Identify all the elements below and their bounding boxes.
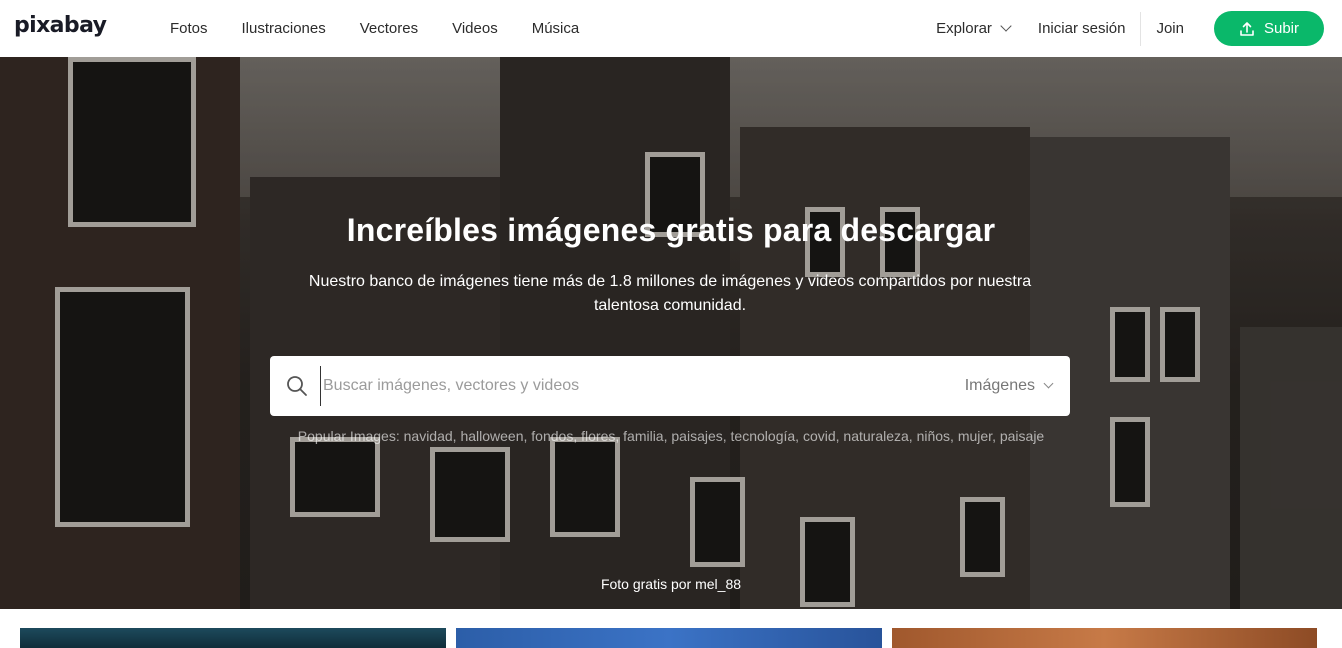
gallery-thumbnail[interactable] — [892, 628, 1317, 648]
popular-tag-link[interactable]: mujer — [958, 428, 992, 444]
popular-tag-link[interactable]: paisajes — [671, 428, 722, 444]
nav-link-fotos[interactable]: Fotos — [170, 20, 208, 37]
join-link[interactable]: Join — [1156, 20, 1184, 37]
popular-tag-link[interactable]: navidad — [404, 428, 453, 444]
popular-tag-link[interactable]: flores — [581, 428, 615, 444]
media-type-label: Imágenes — [964, 377, 1035, 394]
hero-subtitle: Nuestro banco de imágenes tiene más de 1… — [308, 273, 1032, 314]
main-nav: Fotos Ilustraciones Vectores Videos Músi… — [170, 0, 613, 57]
search-bar: Imágenes — [270, 356, 1070, 416]
popular-tag-link[interactable]: halloween — [460, 428, 523, 444]
popular-tag-link[interactable]: tecnología — [731, 428, 796, 444]
photo-credit: Foto gratis por mel_88 — [0, 576, 1342, 592]
popular-searches: Popular Images: navidad, halloween, fond… — [297, 428, 1045, 444]
explore-dropdown[interactable]: Explorar — [936, 20, 1012, 37]
search-icon[interactable] — [286, 375, 308, 397]
search-input[interactable] — [320, 366, 965, 406]
nav-link-vectores[interactable]: Vectores — [360, 20, 418, 37]
pixabay-logo[interactable]: pixabay — [14, 13, 107, 38]
nav-link-musica[interactable]: Música — [532, 20, 580, 37]
gallery-thumbnail[interactable] — [456, 628, 882, 648]
nav-link-videos[interactable]: Videos — [452, 20, 498, 37]
media-type-dropdown[interactable]: Imágenes — [964, 377, 1054, 395]
credit-prefix: Foto gratis por — [600, 576, 692, 592]
credit-author-link[interactable]: mel_88 — [695, 576, 741, 592]
hero-section: Increíbles imágenes gratis para descarga… — [0, 57, 1342, 609]
popular-tag-link[interactable]: naturaleza — [843, 428, 908, 444]
upload-button[interactable]: Subir — [1214, 11, 1324, 46]
popular-tag-link[interactable]: fondos — [531, 428, 573, 444]
chevron-down-icon — [1000, 20, 1012, 32]
popular-tag-link[interactable]: covid — [803, 428, 836, 444]
gallery-thumbnail[interactable] — [20, 628, 446, 648]
popular-tag-link[interactable]: niños — [917, 428, 950, 444]
nav-actions: Explorar Iniciar sesión Join Subir — [936, 0, 1324, 57]
popular-label: Popular Images: — [297, 428, 400, 444]
chevron-down-icon — [1043, 378, 1054, 389]
popular-tag-link[interactable]: familia — [623, 428, 663, 444]
top-navbar: pixabay Fotos Ilustraciones Vectores Vid… — [0, 0, 1342, 57]
popular-tag-link[interactable]: paisaje — [1000, 428, 1044, 444]
upload-icon — [1240, 21, 1254, 36]
hero-title: Increíbles imágenes gratis para descarga… — [346, 212, 996, 248]
nav-link-ilustraciones[interactable]: Ilustraciones — [242, 20, 326, 37]
explore-label: Explorar — [936, 20, 992, 37]
upload-label: Subir — [1263, 20, 1300, 37]
login-link[interactable]: Iniciar sesión — [1038, 11, 1142, 46]
